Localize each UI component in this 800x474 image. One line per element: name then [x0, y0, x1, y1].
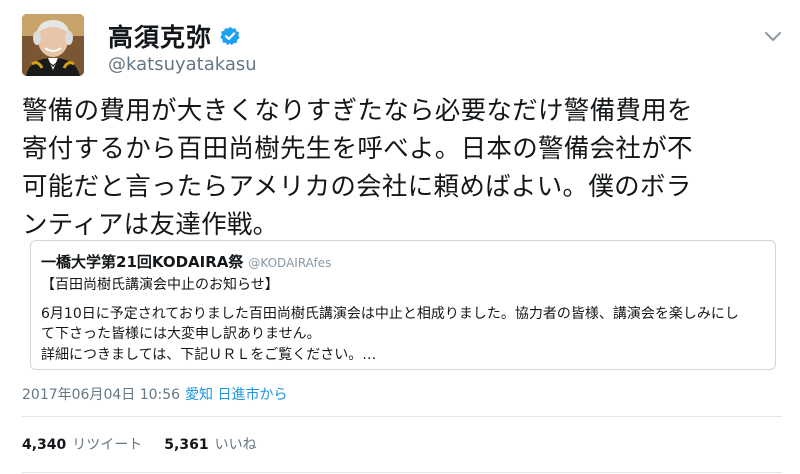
quoted-text-line: て下さった皆様には大変申し訳ありません。	[41, 326, 321, 342]
tweet-text-line: 寄付するから百田尚樹先生を呼べよ。日本の警備会社が不	[22, 134, 693, 164]
quoted-tweet-header: 一橋大学第21回KODAIRA祭 @KODAIRAfes	[41, 251, 331, 272]
tweet-stats: 4,340 リツイート 5,361 いいね	[22, 434, 257, 454]
author-name-row[interactable]: 高須克弥	[108, 18, 240, 54]
quoted-author-name: 一橋大学第21回KODAIRA祭	[41, 253, 244, 271]
retweet-count[interactable]: 4,340 リツイート	[22, 434, 142, 454]
avatar-image	[22, 14, 84, 76]
divider	[22, 416, 782, 417]
tweet-metadata: 2017年06月04日 10:56 愛知 日進市から	[22, 384, 288, 404]
tweet-location-link[interactable]: 愛知 日進市から	[185, 384, 287, 404]
quoted-tweet[interactable]: 一橋大学第21回KODAIRA祭 @KODAIRAfes 【百田尚樹氏講演会中止…	[30, 240, 776, 370]
quoted-text-line: 【百田尚樹氏講演会中止のお知らせ】	[41, 277, 279, 293]
quoted-text-line: 6月10日に予定されておりました百田尚樹氏講演会は中止と相成りました。協力者の皆…	[41, 306, 739, 322]
tweet-timestamp[interactable]: 2017年06月04日 10:56	[22, 384, 180, 404]
tweet-header: 高須克弥 @katsuyatakasu	[22, 12, 782, 78]
like-count[interactable]: 5,361 いいね	[164, 434, 256, 454]
avatar[interactable]	[22, 14, 84, 76]
like-count-label: いいね	[214, 437, 257, 453]
tweet-text-line: 警備の費用が大きくなりすぎたなら必要なだけ警備費用を	[22, 96, 693, 126]
tweet-text-line: ンティアは友達作戦。	[22, 210, 279, 240]
tweet-text-line: 可能だと言ったらアメリカの会社に頼めばよい。僕のボラ	[22, 172, 692, 202]
author-display-name[interactable]: 高須克弥	[108, 18, 212, 54]
author-handle[interactable]: @katsuyatakasu	[108, 54, 257, 75]
verified-badge-icon	[220, 26, 240, 46]
chevron-down-icon[interactable]	[764, 28, 782, 42]
quoted-author-handle: @KODAIRAfes	[248, 256, 332, 270]
divider	[22, 472, 782, 473]
tweet-text: 警備の費用が大きくなりすぎたなら必要なだけ警備費用を 寄付するから百田尚樹先生を…	[22, 92, 782, 244]
retweet-count-number: 4,340	[22, 437, 67, 453]
quoted-text-line: 詳細につきましては、下記ＵＲＬをご覧ください。…	[41, 347, 377, 363]
retweet-count-label: リツイート	[72, 437, 143, 453]
like-count-number: 5,361	[164, 437, 209, 453]
